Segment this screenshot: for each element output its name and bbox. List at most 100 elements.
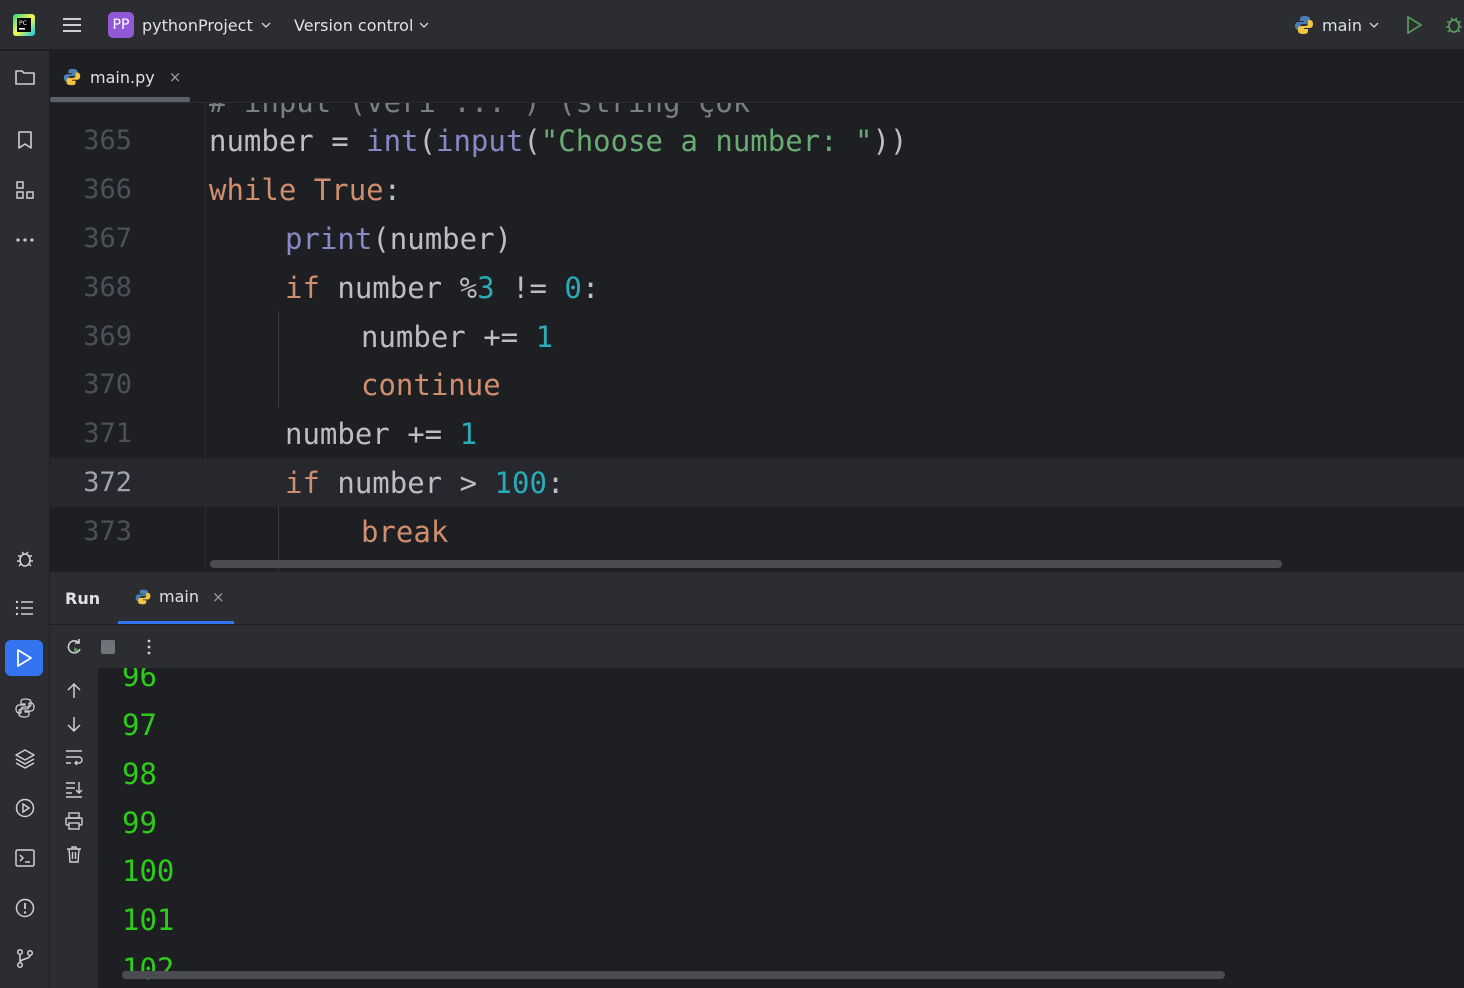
project-selector[interactable]: PP pythonProject [108, 11, 271, 39]
more-tools-button[interactable] [12, 227, 38, 253]
code-line-371: number += 1 [285, 417, 478, 451]
title-bar: PC PP pythonProject Version control main [0, 0, 1464, 50]
print-icon[interactable] [64, 811, 84, 831]
console-output-line: 97 [122, 708, 157, 742]
run-panel-header: Run main × [50, 571, 1464, 624]
run-tab-label: main [159, 587, 199, 606]
run-side-toolbar [50, 668, 98, 988]
code-line-373: break [361, 515, 449, 549]
python-icon [1295, 16, 1313, 34]
run-panel-title: Run [65, 589, 101, 608]
console-output-line: 102 [122, 952, 175, 986]
tab-close-button[interactable]: × [169, 68, 182, 86]
git-tool-button[interactable] [12, 945, 38, 971]
trash-icon[interactable] [64, 844, 84, 864]
rerun-icon[interactable] [64, 637, 84, 657]
run-icon [17, 649, 32, 667]
version-control-menu[interactable]: Version control [294, 11, 429, 39]
editor-tabs: main.py × [50, 51, 1464, 103]
console-horizontal-scrollbar[interactable] [122, 971, 1225, 979]
console-output-line: 96 [122, 668, 157, 693]
line-number: 371 [83, 418, 132, 449]
line-number: 373 [83, 516, 132, 547]
tab-scroll-indicator [50, 97, 190, 102]
services-tool-button[interactable] [12, 795, 38, 821]
svg-text:PC: PC [19, 20, 27, 27]
pycharm-logo-icon[interactable]: PC [12, 13, 36, 37]
folder-icon [15, 70, 35, 85]
console-output-line: 98 [122, 757, 157, 791]
left-tool-strip [0, 51, 50, 988]
code-line-367: print(number) [285, 222, 512, 256]
more-icon [16, 238, 34, 242]
code-editor[interactable]: # input (veri ... ) (string çok 365 366 … [50, 103, 1464, 571]
console-output-line: 99 [122, 806, 157, 840]
tab-main-py[interactable]: main.py × [62, 63, 181, 91]
code-line-372: if number > 100: [285, 466, 565, 500]
line-number: 365 [83, 125, 132, 156]
soft-wrap-icon[interactable] [64, 747, 84, 767]
scroll-to-end-icon[interactable] [64, 779, 84, 799]
line-number: 366 [83, 174, 132, 205]
terminal-tool-button[interactable] [12, 845, 38, 871]
code-line-370: continue [361, 368, 501, 402]
todo-icon [15, 600, 33, 616]
problems-icon [15, 898, 35, 918]
bookmark-icon [18, 131, 32, 149]
python-packages-tool-button[interactable] [12, 745, 38, 771]
run-toolbar [50, 624, 1464, 668]
structure-tool-button[interactable] [12, 177, 38, 203]
debug-tool-button[interactable] [12, 545, 38, 571]
editor-horizontal-scrollbar[interactable] [210, 560, 1282, 568]
structure-icon [16, 181, 34, 199]
bookmarks-tool-button[interactable] [12, 127, 38, 153]
python-icon [135, 589, 151, 604]
git-icon [16, 948, 34, 969]
line-number: 367 [83, 223, 132, 254]
services-icon [15, 798, 35, 818]
arrow-up-icon[interactable] [64, 681, 84, 701]
project-tool-button[interactable] [12, 64, 38, 90]
layers-icon [15, 749, 35, 769]
line-number: 368 [83, 272, 132, 303]
run-config-label: main [1322, 15, 1362, 35]
main-menu-icon[interactable] [61, 14, 83, 36]
chevron-down-icon [419, 22, 429, 28]
arrow-down-icon[interactable] [64, 714, 84, 734]
python-file-icon [63, 68, 81, 86]
tab-label: main.py [90, 67, 155, 87]
code-line-369: number += 1 [361, 320, 554, 354]
current-line-highlight [50, 458, 1464, 507]
debug-icon[interactable] [1443, 13, 1464, 35]
chevron-down-icon [261, 22, 271, 28]
python-console-tool-button[interactable] [12, 695, 38, 721]
version-control-label: Version control [294, 15, 414, 35]
code-line-366: while True: [209, 173, 402, 207]
project-badge: PP [108, 12, 134, 38]
line-number: 369 [83, 321, 132, 352]
run-configuration-selector[interactable]: main [1293, 11, 1379, 39]
chevron-down-icon [1369, 22, 1379, 28]
console-output-line: 100 [122, 854, 175, 888]
run-tool-button[interactable] [5, 640, 43, 676]
code-line-368: if number %3 != 0: [285, 271, 600, 305]
todo-tool-button[interactable] [12, 595, 38, 621]
line-number: 370 [83, 369, 132, 400]
problems-tool-button[interactable] [12, 895, 38, 921]
project-name: pythonProject [142, 15, 253, 35]
python-console-icon [15, 698, 35, 718]
indent-guide [278, 311, 279, 407]
more-options-icon[interactable] [139, 637, 159, 657]
terminal-icon [15, 849, 35, 867]
line-number-current: 372 [83, 467, 132, 498]
code-line-365: number = int(input("Choose a number: ")) [209, 124, 908, 158]
run-console-output[interactable]: 96 97 98 99 100 101 102 [98, 668, 1464, 988]
gutter-divider [205, 103, 206, 571]
partially-visible-comment-line: # input (veri ... ) (string çok [209, 103, 750, 119]
debug-icon [17, 551, 33, 567]
run-icon[interactable] [1403, 14, 1425, 36]
run-tab-main[interactable]: main × [134, 587, 225, 606]
console-output-line: 101 [122, 903, 175, 937]
run-tab-close-button[interactable]: × [212, 588, 225, 606]
stop-icon[interactable] [98, 637, 118, 657]
